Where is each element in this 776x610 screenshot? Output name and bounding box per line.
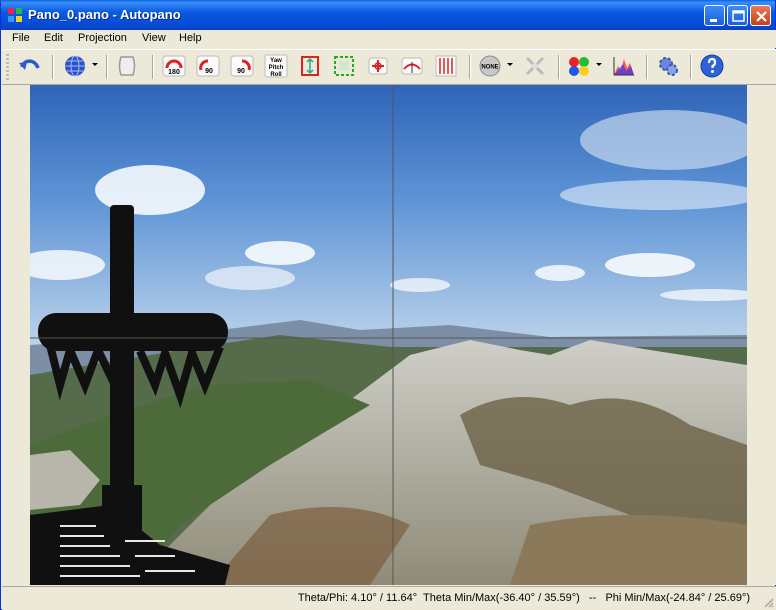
menu-edit[interactable]: Edit: [44, 32, 63, 44]
toolbar: 180 90 90 Yaw Pitch Roll NONE: [2, 49, 776, 85]
ypr-roll: Roll: [270, 72, 282, 78]
toolbar-separator: [52, 55, 54, 79]
toolbar-separator: [646, 55, 648, 79]
center-button[interactable]: [366, 54, 390, 78]
toolbar-separator: [469, 55, 471, 79]
histogram-button[interactable]: [612, 54, 636, 78]
vertical-lines-button[interactable]: [434, 54, 458, 78]
color-dropdown-arrow[interactable]: [596, 63, 602, 66]
menu-help[interactable]: Help: [179, 32, 202, 44]
rotate-180-button[interactable]: 180: [162, 54, 186, 78]
settings-button[interactable]: [656, 54, 680, 78]
resize-grip-icon[interactable]: [762, 596, 774, 608]
panorama-frame-button[interactable]: [115, 54, 139, 78]
right-margin: [747, 85, 776, 585]
toolbar-separator: [558, 55, 560, 79]
yaw-pitch-roll-button[interactable]: Yaw Pitch Roll: [264, 54, 288, 78]
control-points-button[interactable]: [523, 54, 547, 78]
left-margin: [2, 85, 30, 585]
ypr-yaw: Yaw: [270, 58, 282, 64]
status-bar: Theta/Phi: 4.10° / 11.64° Theta Min/Max(…: [2, 586, 776, 610]
maximize-icon: [732, 10, 745, 22]
blending-dropdown-arrow[interactable]: [507, 63, 513, 66]
blending-none-label: NONE: [481, 65, 498, 71]
fit-vertical-button[interactable]: [298, 54, 322, 78]
blending-none-button[interactable]: NONE: [478, 54, 502, 78]
menu-file[interactable]: File: [12, 32, 30, 44]
toolbar-grip[interactable]: [6, 54, 9, 80]
menu-view[interactable]: View: [142, 32, 166, 44]
rotate-90-cw-icon: 90: [196, 55, 220, 77]
crop-button[interactable]: [332, 54, 356, 78]
minimize-icon: [710, 19, 717, 22]
close-button[interactable]: [750, 5, 771, 26]
toolbar-separator: [690, 55, 692, 79]
panorama-image: [30, 85, 747, 585]
rotate-180-icon: 180: [162, 55, 186, 77]
blending-none-icon: NONE: [479, 55, 501, 77]
rotate-180-label: 180: [168, 69, 180, 76]
color-correction-button[interactable]: [567, 54, 591, 78]
menu-bar: File Edit Projection View Help: [2, 30, 776, 48]
toolbar-separator: [106, 55, 108, 79]
rotate-90-cw-button[interactable]: 90: [196, 54, 220, 78]
toolbar-separator: [152, 55, 154, 79]
projection-dropdown-arrow[interactable]: [92, 63, 98, 66]
window-title: Pano_0.pano - Autopano: [28, 7, 181, 22]
rotate-90-ccw-icon: 90: [230, 55, 254, 77]
ypr-pitch: Pitch: [269, 65, 284, 71]
status-coordinates: Theta/Phi: 4.10° / 11.64° Theta Min/Max(…: [297, 592, 750, 604]
horizon-button[interactable]: [400, 54, 424, 78]
menu-projection[interactable]: Projection: [78, 32, 127, 44]
help-button[interactable]: [700, 54, 724, 78]
app-window: Pano_0.pano - Autopano File Edit Project…: [0, 0, 776, 610]
rotate-90-ccw-button[interactable]: 90: [230, 54, 254, 78]
undo-button[interactable]: [18, 54, 42, 78]
close-icon: [756, 11, 767, 22]
title-bar[interactable]: Pano_0.pano - Autopano: [1, 0, 775, 30]
projection-globe-button[interactable]: [63, 54, 87, 78]
maximize-button[interactable]: [727, 5, 748, 26]
autopano-app-icon: [8, 8, 22, 22]
minimize-button[interactable]: [704, 5, 725, 26]
panorama-preview[interactable]: [30, 85, 747, 585]
rotate-90-ccw-label: 90: [237, 68, 245, 75]
yaw-pitch-roll-icon: Yaw Pitch Roll: [264, 54, 288, 78]
rotate-90-cw-label: 90: [205, 68, 213, 75]
